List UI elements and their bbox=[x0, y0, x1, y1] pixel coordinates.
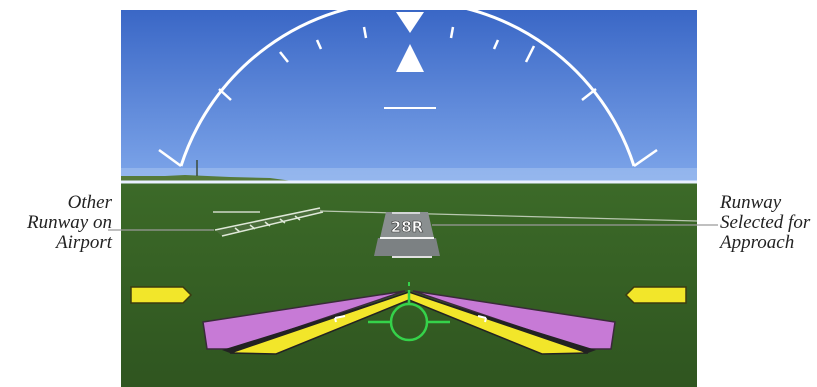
right-pitch-reference-marker bbox=[624, 286, 687, 304]
callout-selected-runway: Runway Selected for Approach bbox=[720, 193, 817, 253]
callout-line: Other bbox=[67, 192, 112, 213]
callout-line: Airport bbox=[56, 232, 112, 253]
left-pitch-reference-marker bbox=[130, 286, 193, 304]
runway-label: 28R bbox=[391, 218, 424, 236]
callout-line: Runway on bbox=[27, 212, 112, 233]
callout-line: Runway bbox=[720, 192, 782, 213]
sky bbox=[121, 10, 697, 182]
callout-other-runway: Other Runway on Airport bbox=[0, 193, 112, 253]
callout-line: Approach bbox=[720, 232, 795, 253]
callout-line: Selected for bbox=[720, 212, 811, 233]
synthetic-vision-diagram: 28R bbox=[108, 10, 718, 387]
